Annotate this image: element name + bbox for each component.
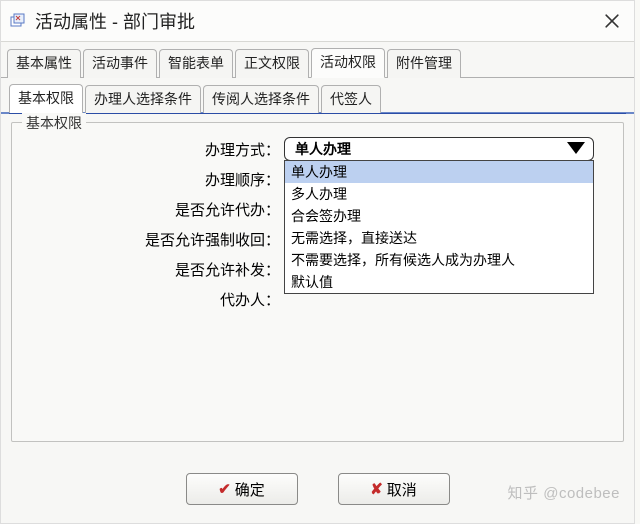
close-button[interactable] — [596, 5, 628, 37]
subtab-signer[interactable]: 代签人 — [321, 85, 381, 114]
option-all-candidates[interactable]: 不需要选择，所有候选人成为办理人 — [285, 249, 593, 271]
subtab-basic-perm[interactable]: 基本权限 — [9, 84, 83, 114]
titlebar-separator — [1, 41, 634, 42]
option-joint[interactable]: 合会签办理 — [285, 205, 593, 227]
option-direct[interactable]: 无需选择，直接送达 — [285, 227, 593, 249]
combo-method-value: 单人办理 — [295, 139, 351, 159]
title-bar: 活动属性 - 部门审批 — [1, 1, 634, 41]
option-multi[interactable]: 多人办理 — [285, 183, 593, 205]
label-allow-proxy: 是否允许代办： — [22, 199, 284, 220]
subtab-circulate-filter[interactable]: 传阅人选择条件 — [203, 85, 319, 114]
dropdown-method-options: 单人办理 多人办理 合会签办理 无需选择，直接送达 不需要选择，所有候选人成为办… — [284, 160, 594, 294]
tab-basic-props[interactable]: 基本属性 — [7, 49, 81, 78]
cross-icon: ✘ — [370, 480, 383, 498]
tab-attachment-mgmt[interactable]: 附件管理 — [387, 49, 461, 78]
dialog-window: 活动属性 - 部门审批 基本属性 活动事件 智能表单 正文权限 活动权限 附件管… — [0, 0, 635, 524]
ok-button[interactable]: ✔ 确定 — [186, 473, 298, 505]
cancel-label: 取消 — [387, 479, 417, 500]
button-bar: ✔ 确定 ✘ 取消 — [1, 473, 634, 505]
cancel-button[interactable]: ✘ 取消 — [338, 473, 450, 505]
option-single[interactable]: 单人办理 — [285, 161, 593, 183]
label-allow-reissue: 是否允许补发： — [22, 259, 284, 280]
tab-smart-form[interactable]: 智能表单 — [159, 49, 233, 78]
tabs-main: 基本属性 活动事件 智能表单 正文权限 活动权限 附件管理 — [1, 45, 634, 78]
subtab-handler-filter[interactable]: 办理人选择条件 — [85, 85, 201, 114]
check-icon: ✔ — [218, 480, 231, 498]
label-method: 办理方式： — [22, 139, 284, 160]
tabs-sub: 基本权限 办理人选择条件 传阅人选择条件 代签人 — [1, 78, 634, 114]
app-icon — [9, 12, 27, 30]
label-order: 办理顺序： — [22, 169, 284, 190]
tab-activity-perm[interactable]: 活动权限 — [311, 48, 385, 78]
tab-content-perm[interactable]: 正文权限 — [235, 49, 309, 78]
option-default[interactable]: 默认值 — [285, 271, 593, 293]
tab-activity-events[interactable]: 活动事件 — [83, 49, 157, 78]
ok-label: 确定 — [235, 479, 265, 500]
chevron-down-icon — [567, 142, 585, 154]
window-title: 活动属性 - 部门审批 — [35, 8, 596, 34]
groupbox-title: 基本权限 — [22, 113, 86, 133]
combo-method[interactable]: 单人办理 — [284, 137, 594, 161]
label-proxy-person: 代办人： — [22, 289, 284, 310]
groupbox-basic-perm: 基本权限 办理方式： 单人办理 办理顺序： 是否允许代办： 是否允许强制收回： … — [11, 122, 624, 442]
label-allow-recall: 是否允许强制收回： — [22, 229, 284, 250]
